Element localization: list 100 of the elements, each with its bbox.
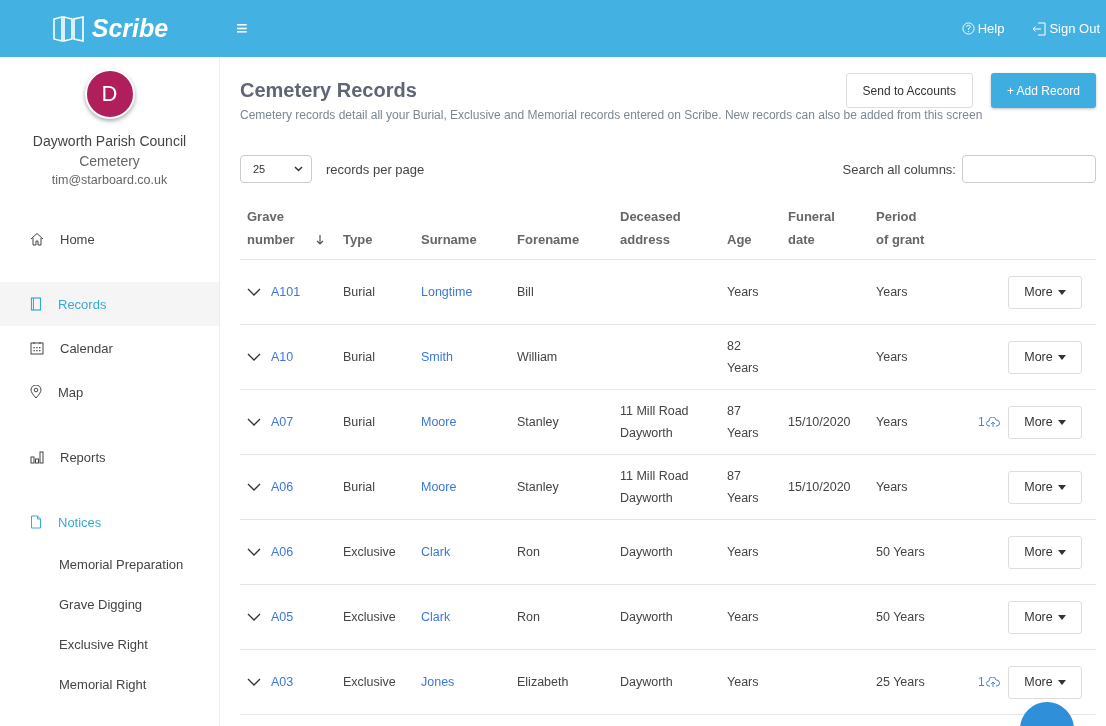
more-dropdown-button[interactable]: More [1008,340,1082,374]
table-cell-text: Exclusive [343,609,396,626]
column-header[interactable]: Forename [517,228,579,251]
table-cell-text: Exclusive [343,674,396,691]
table-cell-text: Years [876,349,908,366]
sort-arrow-icon[interactable] [316,235,324,245]
caret-icon [1057,549,1066,555]
surname-link[interactable]: Jones [421,671,455,693]
column-header[interactable]: Type [343,228,405,251]
column-header[interactable]: Funeral date [788,205,848,251]
table-cell-text: 82 Years [727,338,760,377]
column-header[interactable]: Deceased address [620,205,680,251]
search-field[interactable] [962,155,1096,183]
book-icon [30,297,42,311]
table-cell-text: Elizabeth [517,674,569,691]
surname-link[interactable]: Smith [421,346,453,368]
expand-chevron-icon[interactable] [247,483,261,491]
column-header[interactable]: Grave number [247,205,309,251]
table-cell-text: 50 Years [876,609,925,626]
table-cell-text: Burial [343,479,375,496]
table-cell-text: 11 Mill Road Dayworth [620,403,690,442]
organisation-name: Dayworth Parish Council [32,133,187,149]
page-size-select[interactable]: 25 [240,155,312,183]
more-dropdown-button[interactable]: More [1008,470,1082,504]
surname-link[interactable]: Moore [421,476,457,498]
table-cell-text: Bill [517,284,534,301]
help-icon [961,22,975,35]
expand-chevron-icon[interactable] [247,288,261,296]
surname-link[interactable]: Moore [421,411,457,433]
caret-icon [1057,354,1066,360]
nav-subitem[interactable]: Memorial Right [0,664,219,704]
table-cell-text: William [517,349,558,366]
table-cell-text: Years [727,609,760,626]
more-dropdown-button[interactable]: More [1008,275,1082,309]
caret-icon [1057,679,1066,685]
table-cell-text: Stanley [517,479,559,496]
table-cell-text: Years [876,284,908,301]
home-icon [30,232,44,246]
grave-number-link[interactable]: A06 [271,541,294,563]
table-cell-text: Ron [517,544,540,561]
attachment-count[interactable]: 1 [978,671,1000,693]
table-cell-text: 15/10/2020 [788,414,851,431]
table-cell-text: Years [727,544,760,561]
send-to-accounts-button[interactable]: Send to Accounts [845,73,973,108]
surname-link[interactable]: Longtime [421,281,473,303]
nav-subitem[interactable]: Grave Digging [0,584,219,624]
nav-subitem[interactable]: Memorial Preparation [0,544,219,584]
table-cell-text: Dayworth [620,674,674,691]
surname-link[interactable]: Clark [421,606,451,628]
grave-number-link[interactable]: A101 [271,281,301,303]
more-dropdown-button[interactable]: More [1008,600,1082,634]
nav-item[interactable]: Home [0,217,219,261]
calendar-icon [30,341,44,355]
bar-chart-icon [30,450,44,464]
table-cell-text: 11 Mill Road Dayworth [620,468,690,507]
organisation-subtitle: Cemetery [79,153,140,169]
page-size-label: records per page [326,161,425,177]
column-header[interactable]: Age [727,228,781,251]
attachment-count[interactable]: 1 [978,411,1000,433]
table-cell-text: Years [727,674,760,691]
expand-chevron-icon[interactable] [247,418,261,426]
map-pin-icon [30,385,42,399]
table-cell-text: Years [727,284,760,301]
grave-number-link[interactable]: A07 [271,411,294,433]
more-dropdown-button[interactable]: More [1008,665,1082,699]
nav-item[interactable]: Calendar [0,326,219,370]
table-cell-text: Years [876,414,908,431]
more-dropdown-button[interactable]: More [1008,535,1082,569]
expand-chevron-icon[interactable] [247,678,261,686]
grave-number-link[interactable]: A10 [271,346,294,368]
avatar: D [84,69,135,119]
caret-icon [1057,419,1066,425]
table-cell-text: Exclusive [343,544,396,561]
caret-icon [1057,484,1066,490]
nav-item[interactable]: Map [0,370,219,414]
expand-chevron-icon[interactable] [247,548,261,556]
table-cell-text: 87 Years [727,403,760,442]
grave-number-link[interactable]: A03 [271,671,294,693]
table-cell-text: 25 Years [876,674,925,691]
expand-chevron-icon[interactable] [247,613,261,621]
column-header[interactable]: Period of grant [876,205,928,251]
table-cell-text: 50 Years [876,544,925,561]
grave-number-link[interactable]: A05 [271,606,294,628]
nav-item[interactable]: Reports [0,435,219,479]
more-dropdown-button[interactable]: More [1008,405,1082,439]
page-title: Cemetery Records [240,79,417,102]
table-cell-text: Burial [343,349,375,366]
grave-number-link[interactable]: A06 [271,476,294,498]
column-header[interactable]: Surname [421,228,483,251]
table-cell-text: Burial [343,284,375,301]
table-cell-text: Ron [517,609,540,626]
sign-out-icon [1032,21,1047,36]
chevron-down-icon [294,166,303,172]
nav-subitem[interactable]: Exclusive Right [0,624,219,664]
expand-chevron-icon[interactable] [247,353,261,361]
surname-link[interactable]: Clark [421,541,451,563]
book-logo-icon [51,14,86,43]
table-cell-text: 15/10/2020 [788,479,851,496]
table-cell-text: Years [876,479,908,496]
table-cell-text: Dayworth [620,544,674,561]
